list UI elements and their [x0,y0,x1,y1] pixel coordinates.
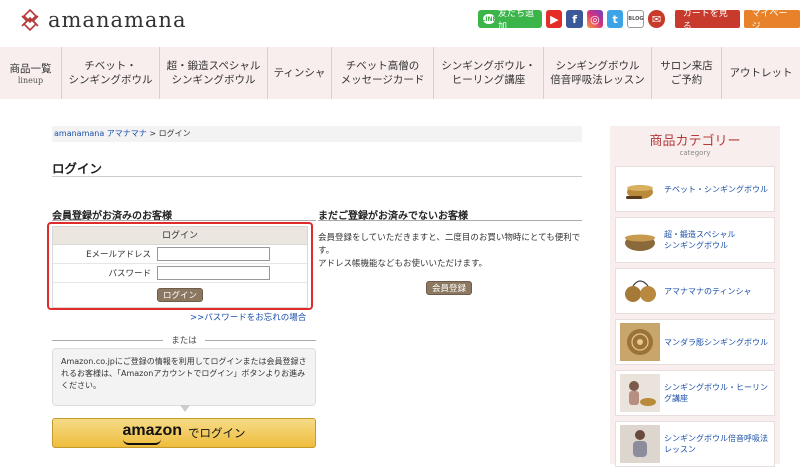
nav-item-message-card[interactable]: チベット高僧の メッセージカード [332,47,434,99]
mypage-button[interactable]: マイページ [743,9,800,32]
category-label: シンギングボウル・ヒーリング講座 [664,383,768,403]
healing-course-thumb-icon [620,374,660,412]
line-friend-button[interactable]: LINE 友だち追加 [478,9,543,32]
view-cart-button[interactable]: カートを見る [674,9,740,32]
category-label: アマナマナのティンシャ [664,286,752,296]
nav-item-forged-special[interactable]: 超・鍛造スペシャル シンギングボウル [160,47,268,99]
or-text: または [171,336,197,346]
nav-label: ティンシャ [273,67,326,79]
forged-bowl-thumb-icon [625,234,655,251]
blog-icon[interactable]: BLOG [627,10,645,28]
amazon-login-button[interactable]: amazon でログイン [52,418,316,448]
instagram-icon[interactable]: ◎ [586,10,604,28]
nav-item-healing-course[interactable]: シンギングボウル・ ヒーリング講座 [434,47,544,99]
twitter-icon[interactable]: t [607,10,624,28]
global-nav: 商品一覧 lineup チベット・ シンギングボウル 超・鍛造スペシャル シンギ… [0,47,800,99]
highlight-frame [47,222,313,310]
category-label: シンギングボウル倍音呼吸法レッスン [664,434,768,454]
nav-item-lineup[interactable]: 商品一覧 lineup [0,47,62,99]
facebook-icon[interactable]: f [566,10,583,28]
nav-item-tingsha[interactable]: ティンシャ [268,47,332,99]
divider-line [204,339,317,341]
nonmember-description: 会員登録をしていただきますと、二度目のお買い物時にとても便利です。 アドレス帳機… [318,233,581,269]
nav-item-tibetan-bowl[interactable]: チベット・ シンギングボウル [62,47,160,99]
category-header: 商品カテゴリー category [610,126,780,163]
amazon-smile-icon [123,439,162,445]
category-item[interactable]: シンギングボウル・ヒーリング講座 [615,370,775,416]
line-friend-label: 友だち追加 [498,9,535,32]
nav-label: チベット・ シンギングボウル [68,60,153,86]
category-label: マンダラ彫シンギングボウル [664,337,768,347]
social-links: LINE 友だち追加 ▶ f ◎ t BLOG ✉ カートを見る マイページ [478,9,800,32]
category-list: チベット・シンギングボウル 超・鍛造スペシャル シンギングボウル アマナマナのテ… [610,163,780,467]
breadcrumb: amanamana アマナマナ > ログイン [52,126,582,142]
amazon-arrow-icon [180,405,190,412]
category-title: 商品カテゴリー [649,134,741,149]
nav-sublabel: lineup [17,75,44,85]
category-item[interactable]: 超・鍛造スペシャル シンギングボウル [615,217,775,263]
youtube-icon[interactable]: ▶ [546,10,563,28]
or-divider: または [52,334,317,346]
amazon-login-label: でログイン [188,426,246,440]
amazon-logo: amazon [122,422,182,445]
category-item[interactable]: シンギングボウル倍音呼吸法レッスン [615,421,775,467]
mail-icon[interactable]: ✉ [648,10,665,28]
nav-label: アウトレット [729,67,793,79]
nav-label: サロン来店 ご予約 [660,60,713,86]
nav-item-outlet[interactable]: アウトレット [722,47,800,99]
nav-label: 超・鍛造スペシャル シンギングボウル [166,60,261,86]
breathing-lesson-thumb-icon [620,425,660,463]
nav-label: 商品一覧 [9,62,52,75]
line-icon: LINE [481,14,497,24]
category-label: 超・鍛造スペシャル シンギングボウル [664,230,736,250]
member-heading-rule [52,220,316,221]
amazon-info-box: Amazon.co.jpにご登録の情報を利用してログインまたは会員登録されるお客… [52,348,316,406]
breadcrumb-current: ログイン [158,129,191,138]
nav-label: チベット高僧の メッセージカード [340,60,425,86]
logo-mark-icon [21,8,39,32]
divider-line [52,339,164,341]
nav-label: シンギングボウル・ ヒーリング講座 [441,60,536,86]
mandala-bowl-thumb-icon [620,323,660,361]
breadcrumb-separator: > [149,129,157,138]
nav-item-salon-reservation[interactable]: サロン来店 ご予約 [652,47,722,99]
page-title: ログイン [52,161,103,176]
category-label: チベット・シンギングボウル [664,184,768,194]
category-item[interactable]: マンダラ彫シンギングボウル [615,319,775,365]
tingsha-thumb-icon [625,280,656,302]
category-subtitle: category [679,149,711,157]
nav-item-breathing-lesson[interactable]: シンギングボウル 倍音呼吸法レッスン [544,47,652,99]
register-button[interactable]: 会員登録 [426,281,472,295]
site-logo[interactable]: amanamana [18,8,186,32]
category-item[interactable]: チベット・シンギングボウル [615,166,775,212]
singing-bowl-thumb-icon [626,185,653,199]
nonmember-heading-rule [318,220,582,221]
breadcrumb-home-link[interactable]: amanamana アマナマナ [54,129,147,138]
category-item[interactable]: アマナマナのティンシャ [615,268,775,314]
nav-label: シンギングボウル 倍音呼吸法レッスン [550,60,645,86]
title-divider [52,176,582,177]
brand-name: amanamana [48,8,187,32]
forgot-password-link[interactable]: >>パスワードをお忘れの場合 [190,311,306,323]
